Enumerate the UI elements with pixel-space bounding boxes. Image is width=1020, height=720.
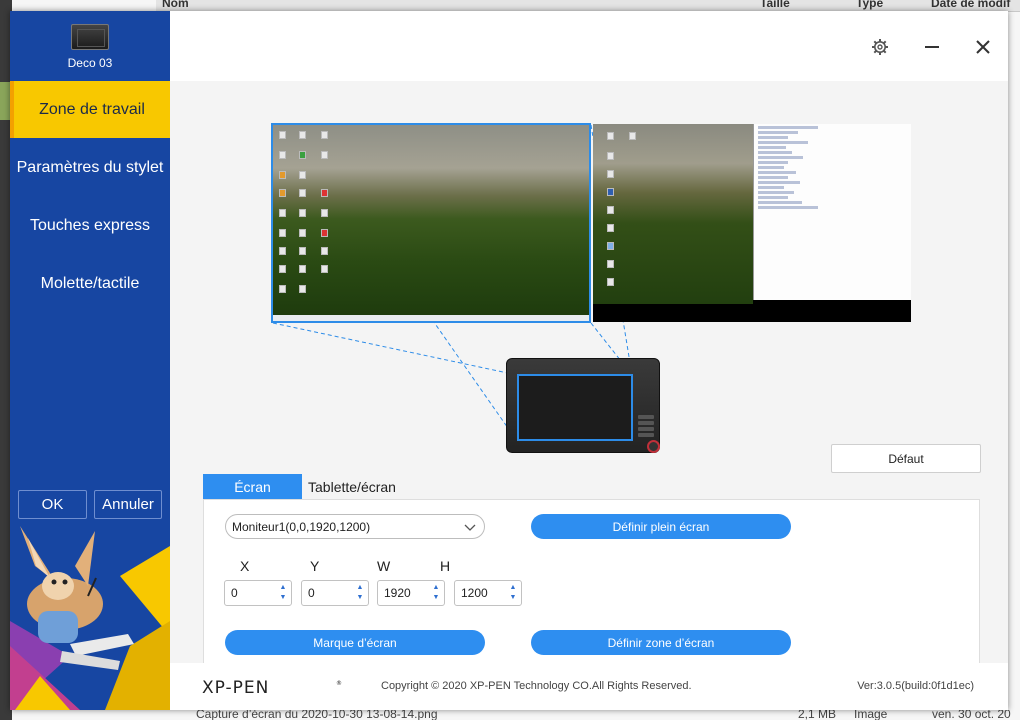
pentablet-settings-window: Deco 03 Zone de travail Paramètres du st… <box>10 11 1008 710</box>
tablet-device-icon <box>71 24 109 50</box>
y-value: 0 <box>308 586 315 600</box>
set-screen-area-button[interactable]: Définir zone d’écran <box>531 630 791 655</box>
file-name: Capture d’écran du 2020-10-30 13-08-14.p… <box>196 710 438 720</box>
increment-arrow-icon[interactable]: ▲ <box>279 583 287 593</box>
nav-parametres-stylet[interactable]: Paramètres du stylet <box>10 139 170 196</box>
svg-text:XP-PEN: XP-PEN <box>202 678 269 696</box>
file-type: Image <box>854 710 888 720</box>
footer: XP-PEN ® Copyright © 2020 XP-PEN Technol… <box>170 663 1008 710</box>
increment-arrow-icon[interactable]: ▲ <box>509 583 517 593</box>
decrement-arrow-icon[interactable]: ▼ <box>432 593 440 603</box>
sidebar: Deco 03 Zone de travail Paramètres du st… <box>10 11 170 710</box>
settings-gear-icon[interactable] <box>868 35 892 59</box>
file-size: 2,1 MB <box>798 710 837 720</box>
main-panel: Défaut Écran Tablette/écran Moniteur1(0,… <box>170 11 1008 710</box>
h-label: H <box>440 558 451 574</box>
monitor-select[interactable]: Moniteur1(0,0,1920,1200) <box>225 514 485 539</box>
close-icon[interactable] <box>971 35 995 59</box>
tab-panel: Moniteur1(0,0,1920,1200) Définir plein é… <box>203 499 980 663</box>
y-label: Y <box>310 558 320 574</box>
version-text: Ver:3.0.5(build:0f1d1ec) <box>857 680 974 692</box>
x-label: X <box>240 558 250 574</box>
tablet-dial <box>647 440 660 453</box>
y-stepper[interactable]: 0 ▲ ▼ <box>301 580 369 606</box>
monitor-2-preview[interactable] <box>593 124 911 322</box>
x-value: 0 <box>231 586 238 600</box>
xp-pen-logo: XP-PEN ® <box>202 678 342 696</box>
minimize-icon[interactable] <box>920 35 944 59</box>
work-area-content: Défaut Écran Tablette/écran Moniteur1(0,… <box>170 81 1008 663</box>
h-stepper[interactable]: 1200 ▲ ▼ <box>454 580 522 606</box>
default-button[interactable]: Défaut <box>831 444 981 473</box>
column-nom[interactable]: Nom <box>162 0 189 10</box>
nav-zone-de-travail[interactable]: Zone de travail <box>10 81 170 138</box>
screen-mark-button[interactable]: Marque d’écran <box>225 630 485 655</box>
file-date: ven. 30 oct. 20 <box>932 710 1011 720</box>
decrement-arrow-icon[interactable]: ▼ <box>509 593 517 603</box>
tab-ecran[interactable]: Écran <box>203 474 302 499</box>
chevron-down-icon <box>464 524 476 531</box>
ok-button[interactable]: OK <box>18 490 87 519</box>
nav-molette-tactile[interactable]: Molette/tactile <box>10 255 170 312</box>
tablet-active-area[interactable] <box>517 374 633 441</box>
copyright-text: Copyright © 2020 XP-PEN Technology CO.Al… <box>381 680 692 692</box>
cancel-button[interactable]: Annuler <box>94 490 162 519</box>
tab-tablette-ecran[interactable]: Tablette/écran <box>302 474 402 499</box>
column-date[interactable]: Date de modif <box>931 0 1010 10</box>
svg-text:®: ® <box>336 680 342 687</box>
decrement-arrow-icon[interactable]: ▼ <box>356 593 364 603</box>
h-value: 1200 <box>461 586 488 600</box>
express-keys <box>638 415 654 439</box>
w-value: 1920 <box>384 586 411 600</box>
monitor-select-value: Moniteur1(0,0,1920,1200) <box>232 519 371 534</box>
tablet-preview <box>506 358 660 453</box>
x-stepper[interactable]: 0 ▲ ▼ <box>224 580 292 606</box>
column-taille[interactable]: Taille <box>760 0 790 10</box>
w-stepper[interactable]: 1920 ▲ ▼ <box>377 580 445 606</box>
monitor-1-preview[interactable] <box>271 123 591 323</box>
fox-mascot-illustration <box>10 526 170 710</box>
device-name: Deco 03 <box>67 56 113 70</box>
nav-touches-express[interactable]: Touches express <box>10 197 170 254</box>
column-type[interactable]: Type <box>856 0 883 10</box>
increment-arrow-icon[interactable]: ▲ <box>432 583 440 593</box>
increment-arrow-icon[interactable]: ▲ <box>356 583 364 593</box>
set-full-screen-button[interactable]: Définir plein écran <box>531 514 791 539</box>
decrement-arrow-icon[interactable]: ▼ <box>279 593 287 603</box>
w-label: W <box>377 558 391 574</box>
title-bar <box>170 11 1008 81</box>
fm-file-row[interactable]: Capture d’écran du 2020-10-30 13-08-14.p… <box>156 710 1020 720</box>
